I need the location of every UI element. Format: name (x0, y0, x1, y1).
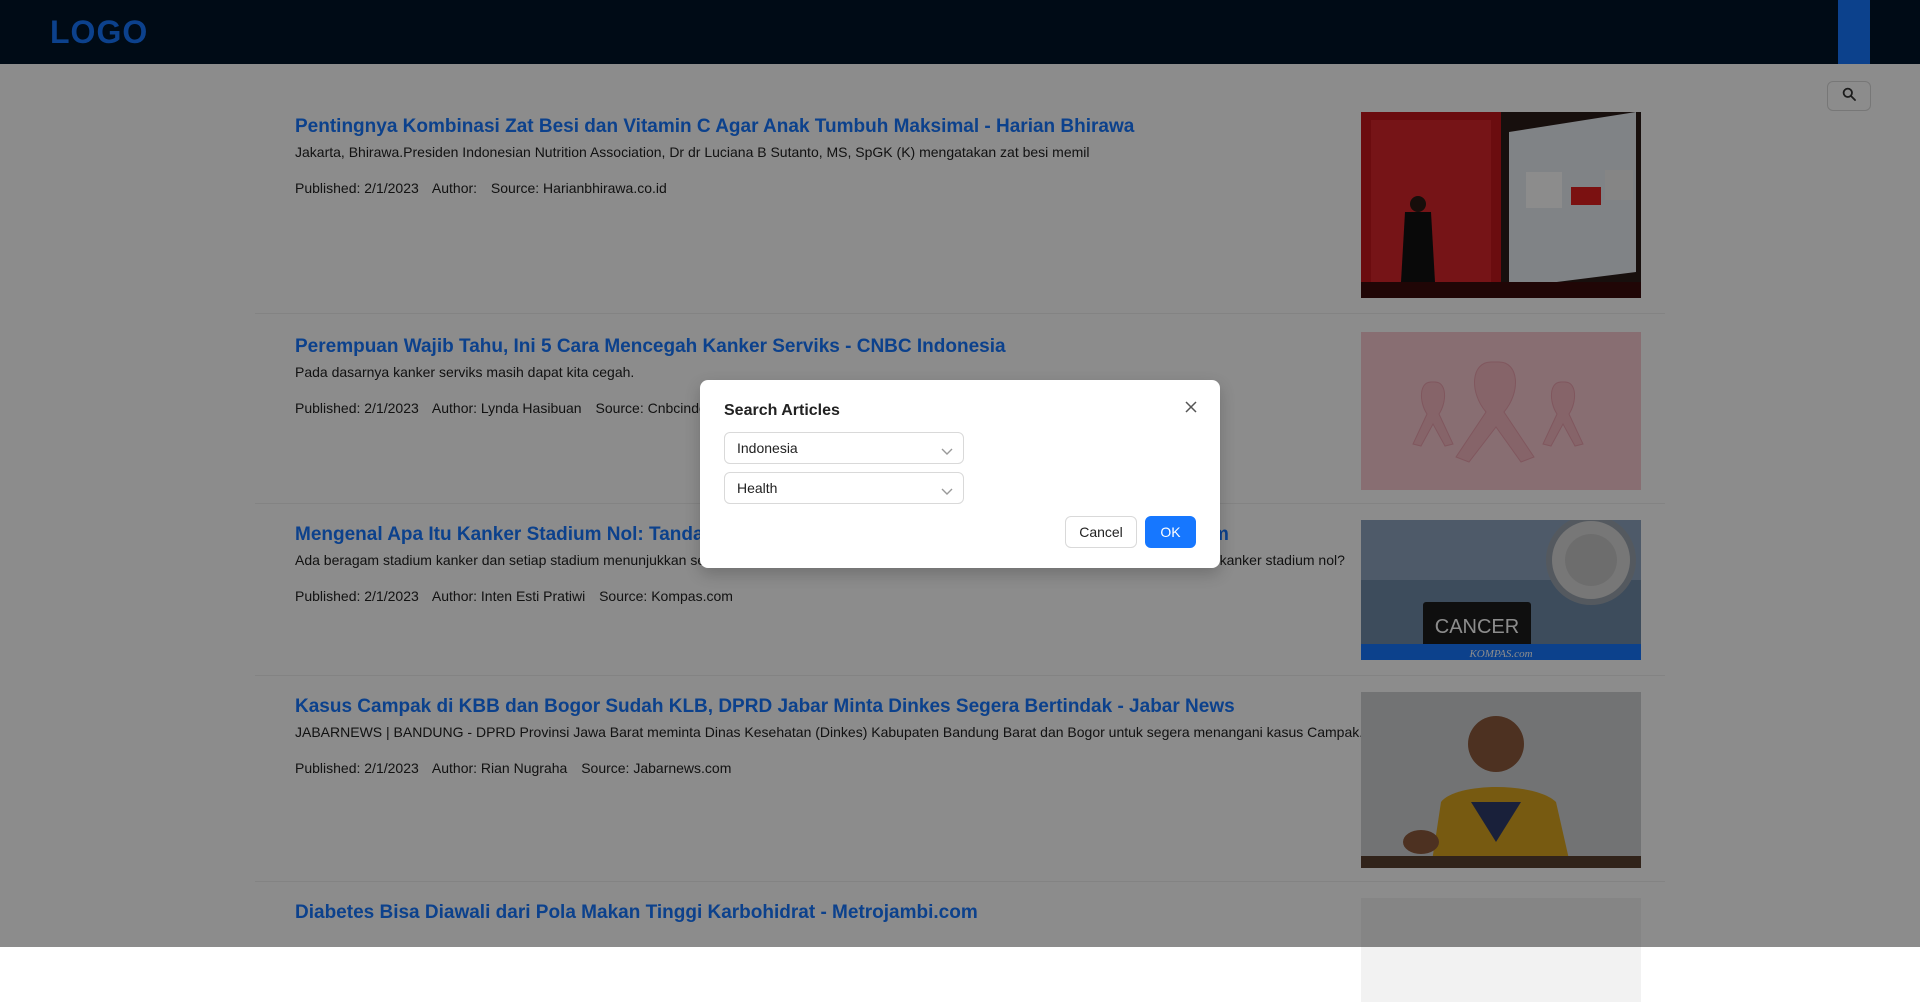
chevron-down-icon (941, 483, 953, 501)
category-select-value: Health (737, 480, 778, 496)
modal-title: Search Articles (724, 402, 840, 419)
country-select-value: Indonesia (737, 440, 798, 456)
search-articles-modal: Search Articles Indonesia Health Cancel … (700, 380, 1220, 568)
ok-button[interactable]: OK (1145, 516, 1196, 548)
close-button[interactable] (1180, 398, 1202, 420)
country-select[interactable]: Indonesia (724, 432, 964, 464)
category-select[interactable]: Health (724, 472, 964, 504)
close-icon (1184, 400, 1198, 419)
cancel-button[interactable]: Cancel (1065, 516, 1137, 548)
chevron-down-icon (941, 443, 953, 461)
